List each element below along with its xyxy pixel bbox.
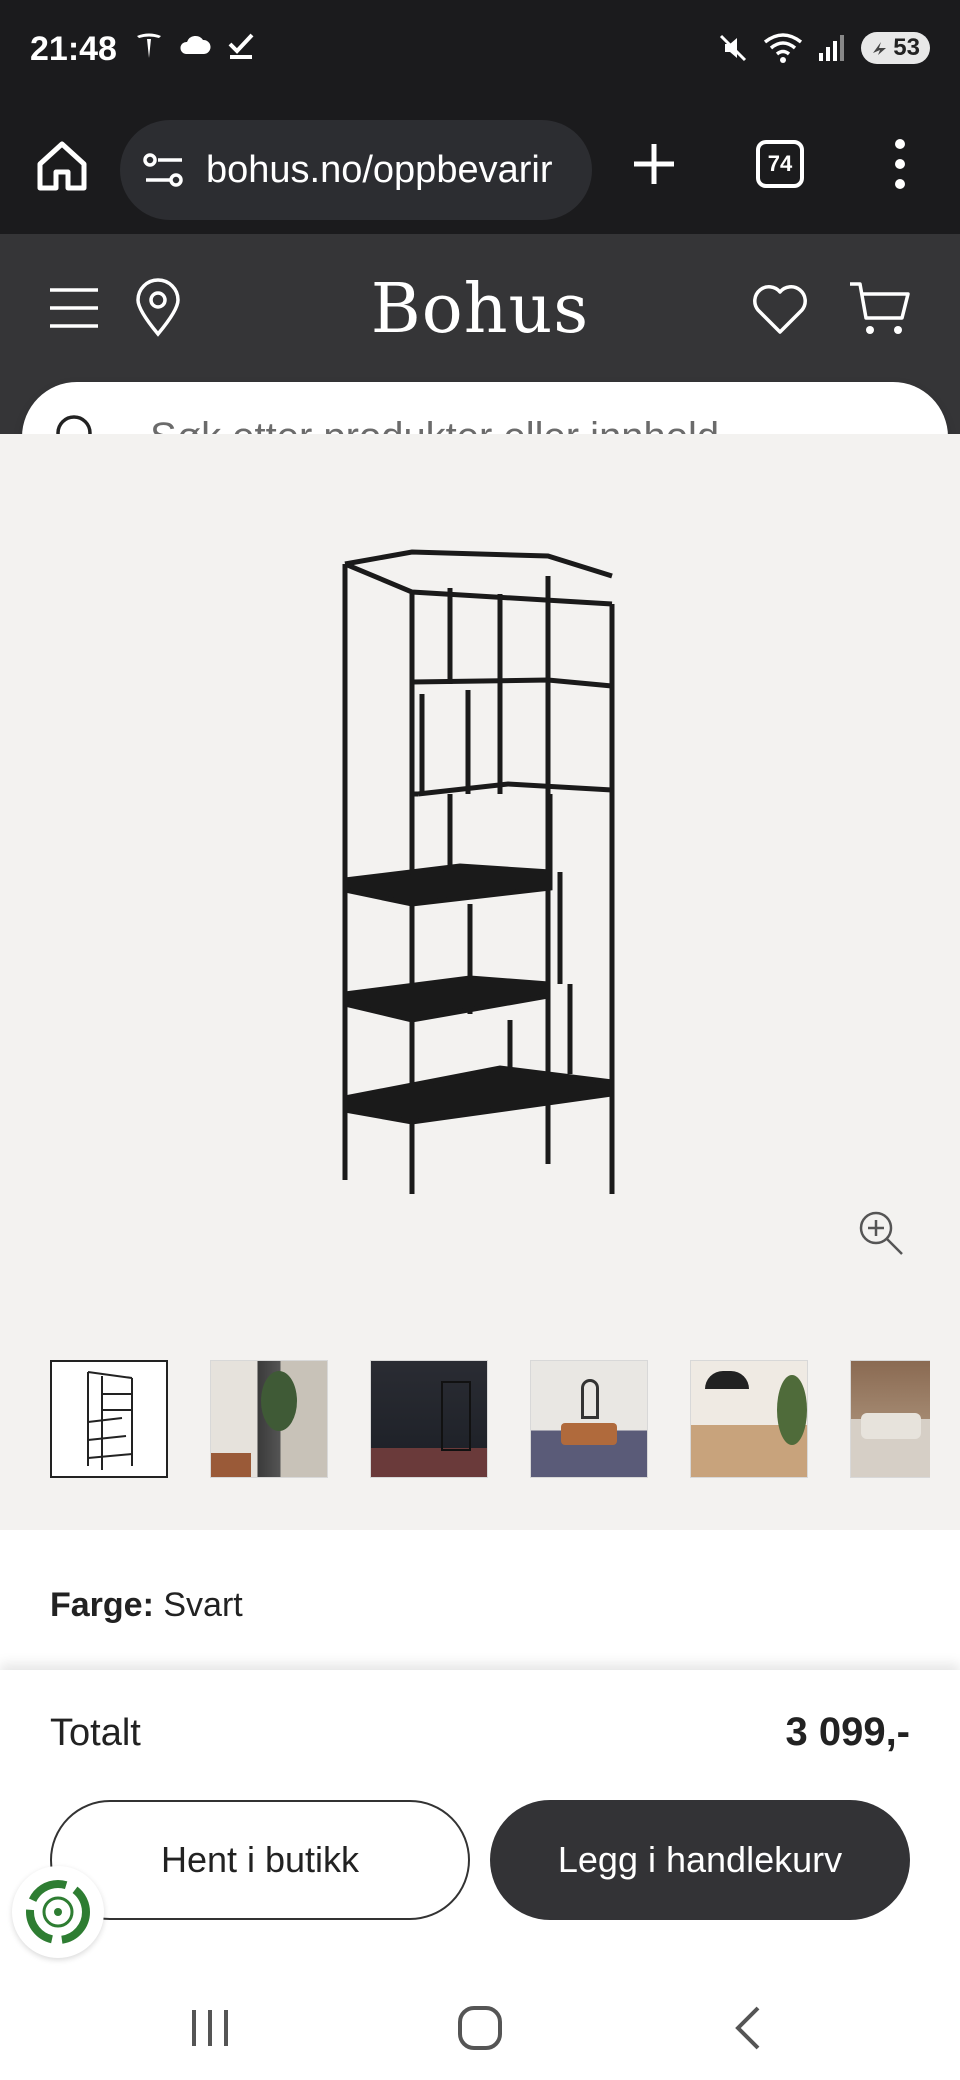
color-row: Farge: Svart — [50, 1586, 243, 1625]
thumbnail-strip[interactable] — [50, 1360, 930, 1478]
home-circle-icon[interactable] — [450, 1998, 510, 2058]
thumbnail-sofa — [861, 1413, 921, 1439]
product-gallery — [0, 434, 960, 1530]
total-price: 3 099,- — [785, 1710, 910, 1754]
check-icon — [228, 33, 254, 59]
zoom-in-icon[interactable] — [854, 1206, 906, 1258]
heart-icon[interactable] — [752, 282, 808, 336]
thumbnail-1[interactable] — [50, 1360, 168, 1478]
thumbnail-plant — [261, 1371, 297, 1431]
battery-indicator: 53 — [861, 32, 930, 64]
thumbnail-4[interactable] — [530, 1360, 648, 1478]
thumbnail-2[interactable] — [210, 1360, 328, 1478]
thumbnail-mirror — [581, 1379, 599, 1419]
thumbnail-plant — [777, 1375, 807, 1445]
tabs-button[interactable]: 74 — [756, 140, 804, 188]
thumbnail-sofa — [561, 1423, 617, 1445]
total-label: Totalt — [50, 1712, 141, 1754]
recents-icon[interactable] — [180, 1998, 240, 2058]
sticky-purchase-bar: Totalt 3 099,- Hent i butikk Legg i hand… — [0, 1670, 960, 1976]
url-text[interactable]: bohus.no/oppbevarir — [206, 149, 582, 192]
cart-icon[interactable] — [848, 278, 912, 338]
status-bar: 21:48 53 — [0, 0, 960, 108]
tab-count: 74 — [767, 151, 793, 176]
back-icon[interactable] — [718, 1998, 778, 2058]
status-right-icons: 53 — [717, 32, 930, 64]
url-bar[interactable]: bohus.no/oppbevarir — [120, 120, 592, 220]
status-left-icons — [134, 30, 256, 60]
thumbnail-6[interactable] — [850, 1360, 930, 1478]
location-pin-icon[interactable] — [134, 278, 182, 338]
battery-level: 53 — [893, 34, 920, 61]
menu-icon[interactable] — [48, 286, 100, 330]
signal-icon — [819, 35, 845, 61]
browser-toolbar: bohus.no/oppbevarir 74 — [0, 108, 960, 234]
tesla-icon — [137, 33, 161, 58]
mute-icon — [720, 34, 747, 62]
product-info: Farge: Svart — [0, 1530, 960, 1670]
site-logo[interactable]: Bohus — [360, 270, 600, 349]
status-time: 21:48 — [30, 30, 117, 68]
eco-icon — [26, 1880, 90, 1944]
color-value: Svart — [163, 1586, 243, 1624]
thumbnail-bookshelf-icon — [87, 1371, 133, 1470]
eco-badge[interactable] — [12, 1866, 104, 1958]
home-icon[interactable] — [34, 138, 90, 194]
thumbnail-3[interactable] — [370, 1360, 488, 1478]
thumbnail-chair — [211, 1453, 251, 1477]
cloud-icon — [180, 35, 211, 54]
wifi-icon — [764, 33, 803, 63]
site-settings-icon[interactable] — [140, 146, 188, 194]
color-label: Farge: — [50, 1586, 154, 1624]
thumbnail-lamp — [705, 1371, 749, 1389]
thumbnail-shelf — [441, 1381, 471, 1451]
plus-icon[interactable] — [630, 140, 678, 188]
pickup-in-store-button[interactable]: Hent i butikk — [50, 1800, 470, 1920]
thumbnail-5[interactable] — [690, 1360, 808, 1478]
product-image-bookshelf[interactable] — [300, 494, 660, 1194]
android-nav-bar — [0, 1976, 960, 2080]
add-to-cart-button[interactable]: Legg i handlekurv — [490, 1800, 910, 1920]
battery-icon — [873, 42, 887, 55]
more-vert-icon[interactable] — [880, 134, 920, 194]
